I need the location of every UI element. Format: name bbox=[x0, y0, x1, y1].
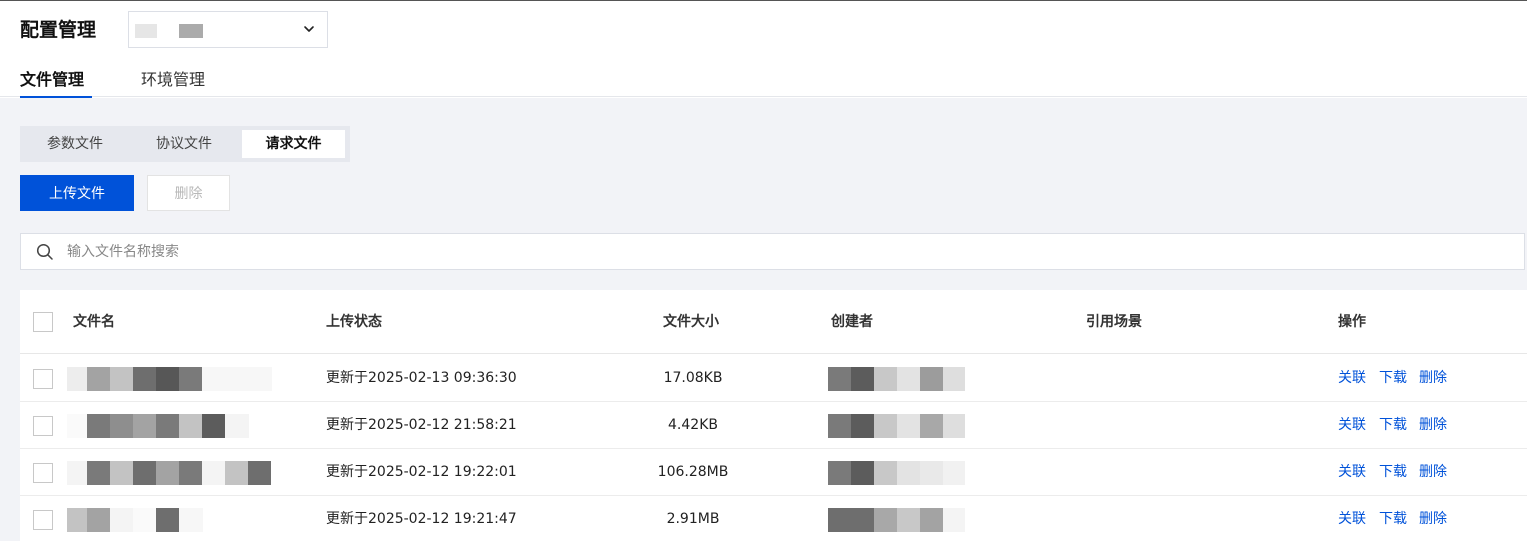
delete-button[interactable]: 删除 bbox=[147, 175, 230, 211]
table-row: 更新于2025-02-12 21:58:21 4.42KB 关联 下载 删除 bbox=[20, 402, 1527, 449]
file-size: 106.28MB bbox=[657, 464, 729, 480]
redacted-creator bbox=[828, 508, 968, 532]
search-bar bbox=[20, 233, 1525, 270]
main-content: 参数文件 协议文件 请求文件 上传文件 删除 文件名 上传状态 文件大小 创建者… bbox=[0, 98, 1527, 541]
segment-request-files[interactable]: 请求文件 bbox=[242, 130, 345, 158]
files-table: 文件名 上传状态 文件大小 创建者 引用场景 操作 更新于2025-02-13 … bbox=[20, 290, 1527, 541]
download-link[interactable]: 下载 bbox=[1379, 415, 1407, 435]
redacted-filename bbox=[67, 414, 277, 438]
row-checkbox[interactable] bbox=[33, 510, 53, 530]
segment-protocol-files[interactable]: 协议文件 bbox=[134, 130, 234, 158]
upload-status: 更新于2025-02-13 09:36:30 bbox=[326, 370, 517, 386]
upload-status: 更新于2025-02-12 19:21:47 bbox=[326, 511, 517, 527]
redacted-selector-value bbox=[179, 24, 203, 38]
select-all-checkbox[interactable] bbox=[33, 312, 53, 332]
associate-link[interactable]: 关联 bbox=[1338, 462, 1366, 482]
associate-link[interactable]: 关联 bbox=[1338, 415, 1366, 435]
row-checkbox[interactable] bbox=[33, 416, 53, 436]
file-type-segment: 参数文件 协议文件 请求文件 bbox=[20, 126, 350, 162]
column-header-operations: 操作 bbox=[1338, 314, 1366, 330]
tab-environment-management[interactable]: 环境管理 bbox=[141, 69, 205, 91]
delete-link[interactable]: 删除 bbox=[1419, 415, 1447, 435]
column-header-upload-status: 上传状态 bbox=[326, 314, 382, 330]
page-title: 配置管理 bbox=[20, 19, 97, 41]
page-header: 配置管理 文件管理 环境管理 bbox=[0, 1, 1527, 99]
column-header-file-size: 文件大小 bbox=[663, 314, 719, 330]
table-header: 文件名 上传状态 文件大小 创建者 引用场景 操作 bbox=[20, 290, 1527, 354]
upload-status: 更新于2025-02-12 19:22:01 bbox=[326, 464, 517, 480]
redacted-filename bbox=[67, 508, 277, 532]
row-checkbox[interactable] bbox=[33, 463, 53, 483]
column-header-filename: 文件名 bbox=[73, 314, 115, 330]
associate-link[interactable]: 关联 bbox=[1338, 509, 1366, 529]
table-row: 更新于2025-02-12 19:21:47 2.91MB 关联 下载 删除 bbox=[20, 496, 1527, 541]
redacted-creator bbox=[828, 414, 968, 438]
delete-link[interactable]: 删除 bbox=[1419, 462, 1447, 482]
delete-link[interactable]: 删除 bbox=[1419, 509, 1447, 529]
table-row: 更新于2025-02-12 19:22:01 106.28MB 关联 下载 删除 bbox=[20, 449, 1527, 496]
column-header-creator: 创建者 bbox=[831, 314, 873, 330]
row-checkbox[interactable] bbox=[33, 369, 53, 389]
redacted-creator bbox=[828, 461, 968, 485]
file-size: 2.91MB bbox=[666, 511, 720, 527]
redacted-selector-value bbox=[135, 24, 157, 38]
download-link[interactable]: 下载 bbox=[1379, 509, 1407, 529]
redacted-filename bbox=[67, 461, 277, 485]
environment-selector[interactable] bbox=[128, 11, 328, 48]
upload-status: 更新于2025-02-12 21:58:21 bbox=[326, 417, 517, 433]
download-link[interactable]: 下载 bbox=[1379, 462, 1407, 482]
redacted-creator bbox=[828, 367, 968, 391]
tab-file-management[interactable]: 文件管理 bbox=[20, 69, 84, 91]
segment-parameter-files[interactable]: 参数文件 bbox=[26, 130, 124, 158]
associate-link[interactable]: 关联 bbox=[1338, 368, 1366, 388]
redacted-filename bbox=[67, 367, 277, 391]
file-size: 4.42KB bbox=[668, 417, 718, 433]
upload-file-button[interactable]: 上传文件 bbox=[20, 175, 134, 211]
search-input[interactable] bbox=[67, 240, 1507, 264]
file-size: 17.08KB bbox=[663, 370, 723, 386]
chevron-down-icon bbox=[304, 26, 314, 32]
column-header-reference-scene: 引用场景 bbox=[1086, 314, 1142, 330]
search-icon bbox=[36, 243, 53, 260]
download-link[interactable]: 下载 bbox=[1379, 368, 1407, 388]
delete-link[interactable]: 删除 bbox=[1419, 368, 1447, 388]
table-row: 更新于2025-02-13 09:36:30 17.08KB 关联 下载 删除 bbox=[20, 355, 1527, 402]
